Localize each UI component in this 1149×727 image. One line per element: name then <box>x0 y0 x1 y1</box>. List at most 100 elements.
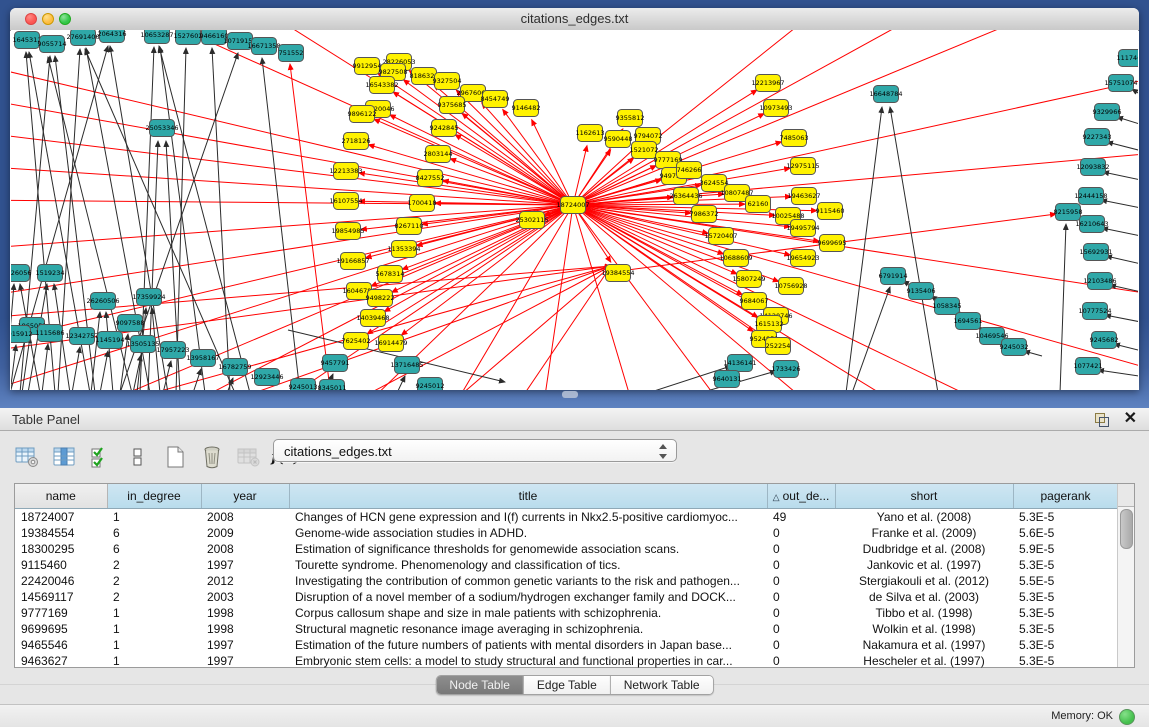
graph-node[interactable]: 746266 <box>677 162 702 179</box>
graph-node[interactable]: 9912954 <box>353 58 382 75</box>
graph-node[interactable]: 1058345 <box>933 298 962 315</box>
graph-node[interactable]: 19166857 <box>336 253 369 270</box>
table-cell[interactable]: 9463627 <box>15 653 107 669</box>
table-cell[interactable]: 5.5E-5 <box>1013 573 1118 589</box>
table-row[interactable]: 1830029562008Estimation of significance … <box>15 541 1118 557</box>
graph-node[interactable]: 2803144 <box>424 146 453 163</box>
graph-node[interactable]: 1115686 <box>36 325 65 342</box>
table-cell[interactable]: 0 <box>767 557 835 573</box>
table-cell[interactable]: 0 <box>767 541 835 557</box>
table-scrollbar[interactable] <box>1117 484 1134 667</box>
column-header-out-de-[interactable]: △out_de... <box>767 484 835 509</box>
table-cell[interactable]: Wolkin et al. (1998) <box>835 621 1013 637</box>
graph-node[interactable]: 9498222 <box>366 290 395 307</box>
graph-node[interactable]: 9329966 <box>1093 104 1122 121</box>
table-cell[interactable]: 9465546 <box>15 637 107 653</box>
graph-node[interactable]: 14039468 <box>356 310 389 327</box>
graph-node[interactable]: 9227343 <box>1083 129 1112 146</box>
graph-node[interactable]: 9055714 <box>38 36 67 53</box>
graph-node[interactable]: 252254 <box>766 338 791 355</box>
table-cell[interactable]: 1998 <box>201 621 289 637</box>
table-cell[interactable]: 19384554 <box>15 525 107 541</box>
table-cell[interactable]: 2009 <box>201 525 289 541</box>
graph-node[interactable]: 12444158 <box>1074 188 1107 205</box>
column-header-year[interactable]: year <box>201 484 289 509</box>
table-cell[interactable]: 6 <box>107 525 201 541</box>
column-header-name[interactable]: name <box>15 484 107 509</box>
graph-node[interactable]: 9245032 <box>1000 339 1029 356</box>
table-cell[interactable]: 5.3E-5 <box>1013 557 1118 573</box>
memory-status-indicator[interactable] <box>1119 709 1135 725</box>
graph-node[interactable]: 15720407 <box>704 228 737 245</box>
table-cell[interactable]: 22420046 <box>15 573 107 589</box>
graph-node[interactable]: 16107554 <box>329 193 362 210</box>
graph-node[interactable]: 9245012 <box>416 378 445 391</box>
table-row[interactable]: 1938455462009Genome-wide association stu… <box>15 525 1118 541</box>
graph-node[interactable]: 1162613 <box>576 125 605 142</box>
graph-node[interactable]: 1519234 <box>36 265 65 282</box>
table-cell[interactable]: 1 <box>107 509 201 526</box>
graph-node[interactable]: 12923446 <box>250 369 283 386</box>
graph-node[interactable]: 26260506 <box>86 293 119 310</box>
graph-node[interactable]: 2064316 <box>98 30 127 43</box>
graph-node[interactable]: 1145194 <box>96 332 125 349</box>
graph-node[interactable]: 19384554 <box>601 265 634 282</box>
table-row[interactable]: 1456911722003Disruption of a novel membe… <box>15 589 1118 605</box>
graph-node[interactable]: 9375685 <box>438 97 467 114</box>
graph-node[interactable]: 9327504 <box>433 73 462 90</box>
table-cell[interactable]: de Silva et al. (2003) <box>835 589 1013 605</box>
graph-node[interactable]: 15807249 <box>732 271 765 288</box>
graph-node[interactable]: 15692931 <box>1079 244 1112 261</box>
table-cell[interactable]: 5.3E-5 <box>1013 653 1118 669</box>
table-cell[interactable]: Estimation of significance thresholds fo… <box>289 541 767 557</box>
graph-node[interactable]: 9146482 <box>512 100 541 117</box>
panel-splitter-handle[interactable] <box>562 391 578 398</box>
table-cell[interactable]: 2003 <box>201 589 289 605</box>
graph-node[interactable]: 9640131 <box>713 371 742 388</box>
graph-node[interactable]: 17957223 <box>156 342 189 359</box>
graph-node[interactable]: 9355812 <box>616 110 645 127</box>
graph-node[interactable]: 8427552 <box>416 170 445 187</box>
graph-node[interactable]: 25053346 <box>145 120 178 137</box>
table-row[interactable]: 969969511998Structural magnetic resonanc… <box>15 621 1118 637</box>
table-cell[interactable]: Tibbo et al. (1998) <box>835 605 1013 621</box>
network-window-titlebar[interactable]: citations_edges.txt <box>10 8 1139 31</box>
graph-node[interactable]: 19463627 <box>787 188 820 205</box>
graph-node[interactable]: 13716485 <box>390 357 423 374</box>
graph-node[interactable]: 9242845 <box>430 120 459 137</box>
table-cell[interactable]: Nakamura et al. (1997) <box>835 637 1013 653</box>
table-cell[interactable]: Embryonic stem cells: a model to study s… <box>289 653 767 669</box>
table-cell[interactable]: 49 <box>767 509 835 526</box>
table-cell[interactable]: Structural magnetic resonance image aver… <box>289 621 767 637</box>
table-row[interactable]: 1872400712008Changes of HCN gene express… <box>15 509 1118 526</box>
table-cell[interactable]: 2 <box>107 589 201 605</box>
table-row[interactable]: 911546021997Tourette syndrome. Phenomeno… <box>15 557 1118 573</box>
table-cell[interactable]: Investigating the contribution of common… <box>289 573 767 589</box>
column-header-in-degree[interactable]: in_degree <box>107 484 201 509</box>
table-cell[interactable]: Tourette syndrome. Phenomenology and cla… <box>289 557 767 573</box>
network-canvas[interactable]: 1645312905571427691406206431610653287152… <box>11 30 1138 390</box>
graph-node[interactable]: 9097588 <box>116 315 145 332</box>
table-cell[interactable]: 2008 <box>201 541 289 557</box>
table-cell[interactable]: 2012 <box>201 573 289 589</box>
table-cell[interactable]: Estimation of the future numbers of pati… <box>289 637 767 653</box>
graph-node[interactable]: 13505135 <box>126 336 159 353</box>
table-cell[interactable]: 0 <box>767 621 835 637</box>
table-row[interactable]: 946362711997Embryonic stem cells: a mode… <box>15 653 1118 669</box>
table-cell[interactable]: 0 <box>767 525 835 541</box>
graph-node[interactable]: 1117465 <box>1117 50 1138 67</box>
table-cell[interactable]: 5.3E-5 <box>1013 605 1118 621</box>
graph-node[interactable]: 27691406 <box>66 30 99 46</box>
delete-column-button[interactable] <box>199 444 225 470</box>
table-cell[interactable]: Changes of HCN gene expression and I(f) … <box>289 509 767 526</box>
table-cell[interactable]: 1997 <box>201 653 289 669</box>
graph-node[interactable]: 1700418 <box>408 195 437 212</box>
graph-node[interactable]: 9699695 <box>818 235 847 252</box>
table-cell[interactable]: 18724007 <box>15 509 107 526</box>
graph-node[interactable]: 16671358 <box>247 38 280 55</box>
table-cell[interactable]: 0 <box>767 573 835 589</box>
table-cell[interactable]: 0 <box>767 605 835 621</box>
graph-node[interactable]: 2718126 <box>342 133 371 150</box>
table-cell[interactable]: 1 <box>107 605 201 621</box>
graph-node[interactable]: 1077421 <box>1074 358 1103 375</box>
